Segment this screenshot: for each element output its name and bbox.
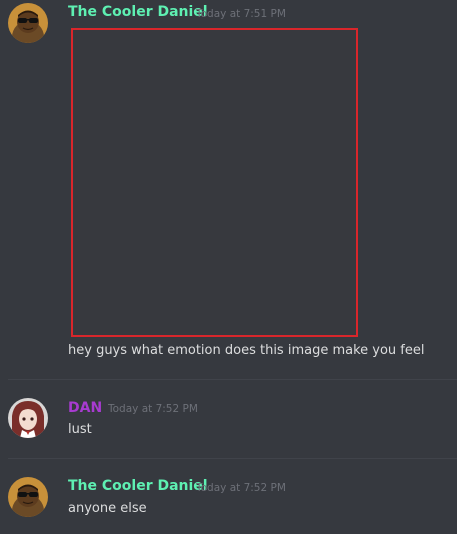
message-text: hey guys what emotion does this image ma… — [68, 343, 425, 358]
user-avatar[interactable] — [8, 398, 48, 438]
sunglasses-avatar-icon — [8, 3, 48, 43]
message-group: The Cooler Daniel Today at 7:51 PM hey g… — [0, 0, 457, 370]
message-author[interactable]: The Cooler Daniel — [68, 478, 208, 494]
user-avatar[interactable] — [8, 477, 48, 517]
image-attachment[interactable] — [71, 28, 358, 337]
message-timestamp: Today at 7:52 PM — [196, 482, 286, 494]
user-avatar[interactable] — [8, 3, 48, 43]
message-timestamp: Today at 7:52 PM — [108, 403, 198, 415]
message-text: anyone else — [68, 501, 147, 516]
message-timestamp: Today at 7:51 PM — [196, 8, 286, 20]
sunglasses-avatar-icon — [8, 477, 48, 517]
message-author[interactable]: DAN — [68, 400, 102, 416]
anime-girl-avatar-icon — [8, 398, 48, 438]
message-group: The Cooler Daniel Today at 7:52 PM anyon… — [0, 459, 457, 534]
message-group: DAN Today at 7:52 PM lust — [0, 380, 457, 458]
message-author[interactable]: The Cooler Daniel — [68, 4, 208, 20]
message-text: lust — [68, 422, 92, 437]
